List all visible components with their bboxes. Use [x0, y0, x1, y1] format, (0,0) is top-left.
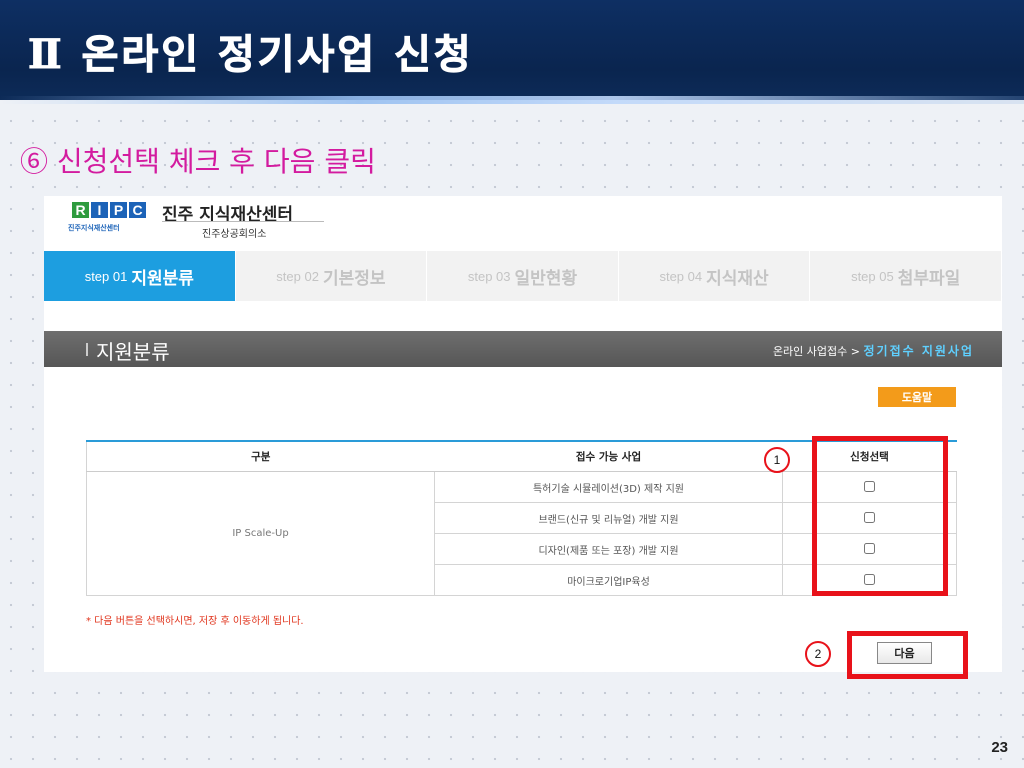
step-name: 일반현황 [514, 268, 578, 288]
breadcrumb: 온라인 사업접수 > 정기접수 지원사업 [773, 342, 974, 359]
logo-letter: C [129, 202, 146, 218]
logo-letter: I [91, 202, 108, 218]
tab-step-04[interactable]: step 04 지식재산 [618, 251, 811, 301]
title-bar-mark [86, 343, 88, 356]
step-caption: ⑥ 신청선택 체크 후 다음 클릭 [20, 145, 376, 178]
step-number: step 04 [659, 268, 703, 284]
slide-title: Ⅱ 온라인 정기사업 신청 [28, 31, 474, 79]
breadcrumb-prefix: 온라인 사업접수 > [772, 345, 860, 358]
slide-header: Ⅱ 온라인 정기사업 신청 [0, 0, 1024, 104]
program-cell: 마이크로기업IP육성 [434, 564, 783, 596]
tab-step-05[interactable]: step 05 첨부파일 [810, 251, 1002, 301]
program-cell: 디자인(제품 또는 포장) 개발 지원 [434, 533, 783, 565]
step-tabs: step 01 지원분류 step 02 기본정보 step 03 일반현황 s… [44, 251, 1002, 301]
tab-step-01[interactable]: step 01 지원분류 [44, 251, 236, 301]
site-header: R I P C 진주지식재산센터 진주 지식재산센터 진주상공회의소 [44, 196, 1002, 251]
column-header-program: 접수 가능 사업 [434, 440, 783, 472]
highlight-box-next [847, 631, 968, 679]
logo-letter: R [72, 202, 89, 218]
step-name: 기본정보 [322, 268, 386, 288]
step-name: 지식재산 [706, 268, 769, 288]
section-title: 지원분류 [96, 340, 170, 364]
category-cell: IP Scale-Up [86, 471, 435, 596]
logo-subtitle: 진주지식재산센터 [68, 224, 120, 232]
header-glow-line [0, 96, 1024, 104]
ripc-logo[interactable]: R I P C [72, 202, 146, 218]
step-number: step 02 [276, 268, 319, 284]
program-cell: 브랜드(신규 및 리뉴얼) 개발 지원 [434, 502, 783, 534]
web-screenshot: R I P C 진주지식재산센터 진주 지식재산센터 진주상공회의소 step … [44, 196, 1002, 672]
org-subtitle: 진주상공회의소 [202, 229, 267, 240]
step-number: step 01 [84, 268, 128, 284]
page-number: 23 [991, 739, 1008, 756]
step-marker-1: 1 [764, 447, 790, 473]
divider [162, 221, 324, 222]
notice-text: * 다음 버튼을 선택하시면, 저장 후 이동하게 됩니다. [86, 616, 304, 627]
step-number: step 05 [851, 268, 894, 284]
highlight-box-checkboxes [812, 436, 948, 596]
step-name: 지원분류 [131, 268, 194, 288]
step-marker-2: 2 [805, 641, 831, 667]
program-cell: 특허기술 시뮬레이션(3D) 제작 지원 [434, 471, 783, 503]
tab-step-03[interactable]: step 03 일반현황 [427, 251, 619, 301]
tab-step-02[interactable]: step 02 기본정보 [235, 251, 428, 301]
step-name: 첨부파일 [897, 268, 961, 288]
column-header-category: 구분 [86, 440, 435, 472]
breadcrumb-current: 정기접수 지원사업 [863, 344, 974, 358]
section-title-bar: 지원분류 온라인 사업접수 > 정기접수 지원사업 [44, 331, 1002, 367]
logo-letter: P [110, 202, 127, 218]
help-button[interactable]: 도움말 [878, 387, 956, 407]
step-number: step 03 [467, 268, 511, 284]
